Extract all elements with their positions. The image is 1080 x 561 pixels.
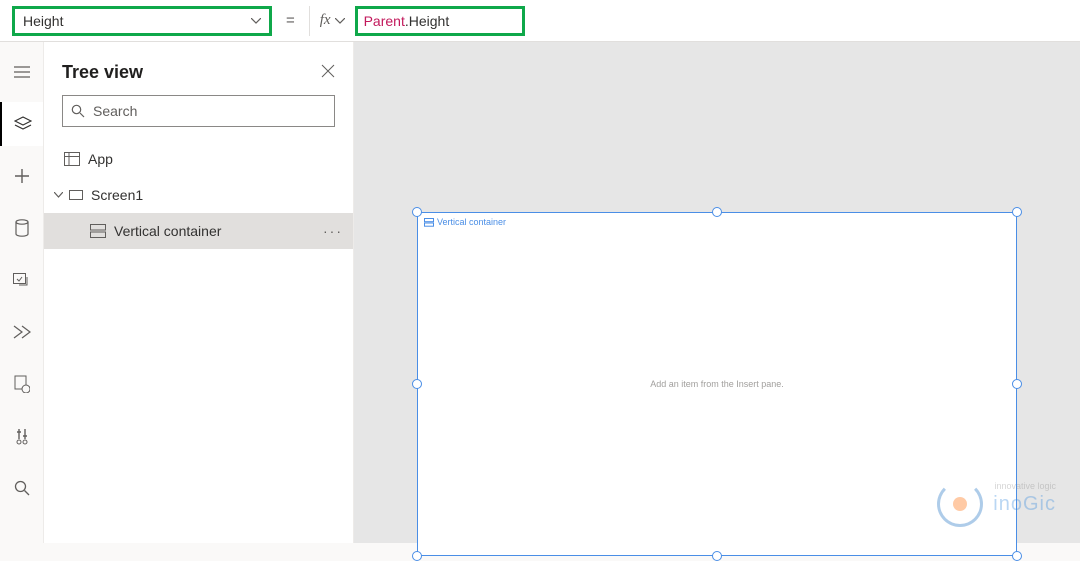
tree-item-label: App <box>88 151 113 167</box>
tree-item-screen1[interactable]: Screen1 <box>44 177 353 213</box>
property-selector[interactable]: Height <box>12 6 272 36</box>
left-rail <box>0 42 44 543</box>
tree-panel: Tree view Search App Screen1 <box>44 42 354 543</box>
resize-handle-ml[interactable] <box>412 379 422 389</box>
tree-search-input[interactable]: Search <box>62 95 335 127</box>
hamburger-button[interactable] <box>0 50 44 94</box>
power-automate-button[interactable] <box>0 310 44 354</box>
selected-control-label: Vertical container <box>424 217 506 227</box>
tree-view-button[interactable] <box>0 102 44 146</box>
watermark: innovative logic inoGic <box>937 481 1056 527</box>
equals-sign: = <box>286 12 295 29</box>
layers-icon <box>14 116 32 132</box>
search-icon <box>71 104 85 118</box>
search-button[interactable] <box>0 466 44 510</box>
resize-handle-mr[interactable] <box>1012 379 1022 389</box>
media-icon <box>13 273 31 287</box>
canvas-area[interactable]: Vertical container Add an item from the … <box>354 42 1080 543</box>
globe-variable-icon <box>14 375 30 393</box>
formula-bar: Height = fx Parent.Height <box>0 0 1080 42</box>
resize-handle-br[interactable] <box>1012 551 1022 561</box>
tree-item-label: Screen1 <box>91 187 143 203</box>
chevron-down-icon <box>54 189 63 201</box>
fx-label: fx <box>320 12 331 29</box>
search-icon <box>14 480 30 496</box>
chevron-down-icon <box>251 18 261 24</box>
formula-token-member: Height <box>409 13 449 29</box>
data-button[interactable] <box>0 206 44 250</box>
canvas-empty-hint: Add an item from the Insert pane. <box>650 379 784 389</box>
formula-input[interactable]: Parent.Height <box>355 6 525 36</box>
resize-handle-tm[interactable] <box>712 207 722 217</box>
watermark-logo-icon <box>937 481 983 527</box>
watermark-subtitle: innovative logic <box>994 481 1056 491</box>
variables-button[interactable] <box>0 362 44 406</box>
resize-handle-tl[interactable] <box>412 207 422 217</box>
tree-list: App Screen1 Vertical container ··· <box>44 141 353 543</box>
screen-icon <box>69 190 83 200</box>
hamburger-icon <box>14 66 30 78</box>
advanced-tools-button[interactable] <box>0 414 44 458</box>
database-icon <box>15 219 29 237</box>
app-icon <box>64 152 80 166</box>
close-icon <box>321 64 335 78</box>
selected-control-vertical-container[interactable]: Vertical container Add an item from the … <box>417 212 1017 556</box>
close-panel-button[interactable] <box>321 62 335 83</box>
tree-item-vertical-container[interactable]: Vertical container ··· <box>44 213 353 249</box>
resize-handle-tr[interactable] <box>1012 207 1022 217</box>
vertical-container-icon <box>90 224 106 238</box>
fx-button[interactable]: fx <box>309 6 356 36</box>
tree-item-label: Vertical container <box>114 223 221 239</box>
property-selector-value: Height <box>23 13 63 29</box>
tree-item-app[interactable]: App <box>44 141 353 177</box>
resize-handle-bm[interactable] <box>712 551 722 561</box>
media-button[interactable] <box>0 258 44 302</box>
plus-icon <box>14 168 30 184</box>
flow-icon <box>13 325 31 339</box>
vertical-container-icon <box>424 218 434 227</box>
insert-button[interactable] <box>0 154 44 198</box>
tree-title: Tree view <box>62 62 143 83</box>
watermark-brand: inoGic <box>993 493 1056 516</box>
chevron-down-icon <box>335 18 345 24</box>
formula-token-parent: Parent <box>364 13 405 29</box>
more-options-button[interactable]: ··· <box>323 223 343 239</box>
tools-icon <box>15 427 29 445</box>
search-placeholder: Search <box>93 103 137 119</box>
resize-handle-bl[interactable] <box>412 551 422 561</box>
